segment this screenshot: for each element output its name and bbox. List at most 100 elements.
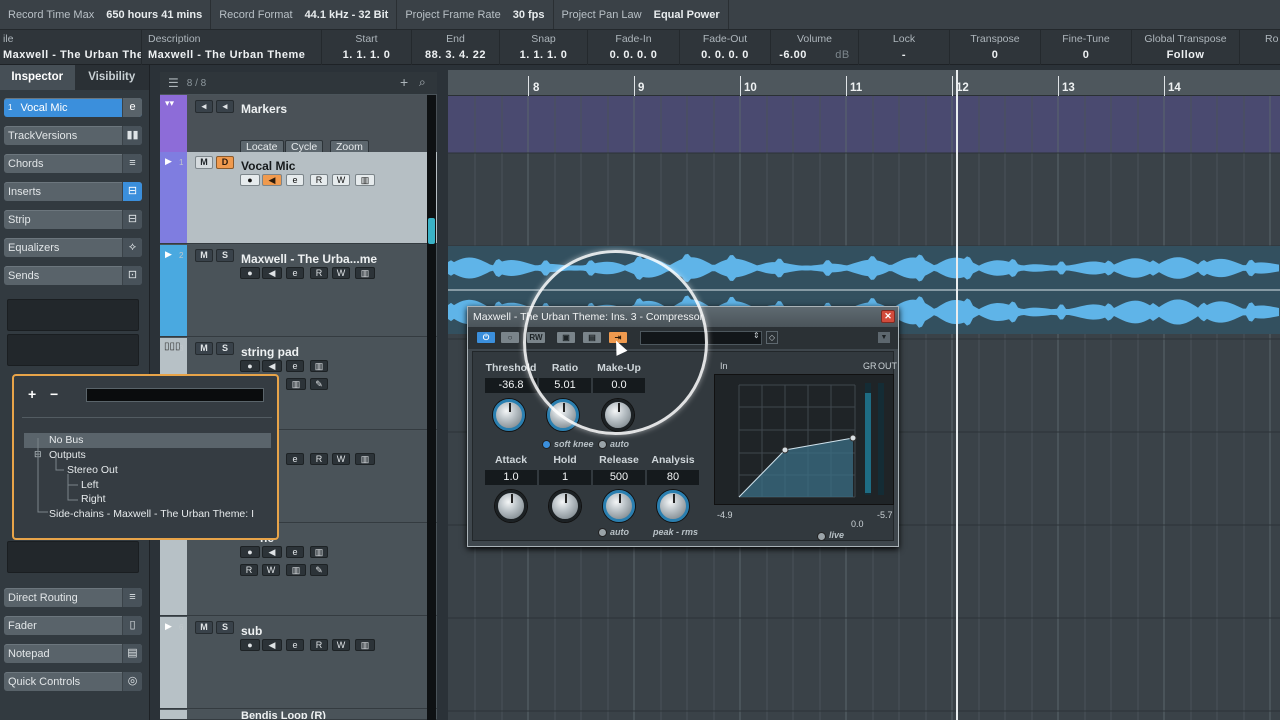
record-enable-button[interactable]: ● [240, 639, 260, 651]
preset-arrows-icon[interactable]: ⇕ [753, 331, 760, 340]
inspector-section-fader[interactable]: Fader ▯ [4, 616, 142, 635]
edit-channel-icon[interactable]: e [122, 98, 142, 117]
info-snap[interactable]: Snap 1. 1. 1. 0 [500, 30, 588, 65]
write-automation-button[interactable]: W [262, 564, 280, 576]
lanes-button[interactable]: ▥ [286, 378, 306, 390]
record-enable-button[interactable]: ● [240, 267, 260, 279]
read-automation-button[interactable]: R [310, 453, 328, 465]
remove-bus-button[interactable]: − [50, 386, 58, 402]
solo-button[interactable]: S [216, 342, 234, 355]
status-frame-rate[interactable]: Project Frame Rate 30 fps [397, 0, 554, 29]
edit-channel-button[interactable]: e [286, 453, 304, 465]
expand-icon[interactable]: ▶ [165, 621, 172, 632]
solo-button[interactable]: S [216, 249, 234, 262]
inspector-section-quick-controls[interactable]: Quick Controls ◎ [4, 672, 142, 691]
write-automation-button[interactable]: W [332, 453, 350, 465]
search-icon[interactable]: ⌕ [419, 75, 426, 90]
inspector-section-notepad[interactable]: Notepad ▤ [4, 644, 142, 663]
status-pan-law[interactable]: Project Pan Law Equal Power [554, 0, 729, 29]
add-track-icon[interactable]: + [400, 74, 408, 90]
mute-button[interactable]: M [195, 342, 213, 355]
mute-button[interactable]: M [195, 156, 213, 169]
info-global-transpose[interactable]: Global Transpose Follow [1132, 30, 1240, 65]
inspector-section-strip[interactable]: Strip ⊟ [4, 210, 142, 229]
preset-menu-icon[interactable]: ◇ [766, 331, 778, 344]
info-description[interactable]: Description Maxwell - The Urban Theme [145, 30, 322, 65]
record-enable-button[interactable]: ● [240, 360, 260, 372]
info-file[interactable]: ile Maxwell - The Urban Theme [0, 30, 142, 65]
edit-instrument-button[interactable]: ✎ [310, 378, 328, 390]
analysis-knob[interactable] [657, 490, 689, 522]
inspector-track-header[interactable]: 1 Vocal Mic e [4, 98, 142, 117]
insert-slot[interactable] [7, 299, 139, 331]
monitor-toggle-button[interactable]: ◀ [262, 174, 282, 186]
insert-slot[interactable] [7, 541, 139, 573]
add-bus-button[interactable]: + [28, 386, 36, 402]
insert-slot[interactable] [7, 334, 139, 366]
scrollbar-thumb[interactable] [428, 218, 435, 244]
tab-visibility[interactable]: Visibility [75, 65, 150, 90]
analysis-value[interactable]: 80 [647, 470, 699, 485]
edit-channel-button[interactable]: e [286, 267, 304, 279]
info-fade-in[interactable]: Fade-In 0. 0. 0. 0 [588, 30, 680, 65]
release-value[interactable]: 500 [593, 470, 645, 485]
info-start[interactable]: Start 1. 1. 1. 0 [322, 30, 412, 65]
inspector-section-chords[interactable]: Chords ≡ [4, 154, 142, 173]
compression-curve-display[interactable]: In GR OUT [714, 361, 897, 505]
auto-release-toggle[interactable] [598, 528, 607, 537]
marker-toggle-button[interactable]: ◂ [195, 100, 213, 113]
track-row-maxwell[interactable]: ▶ 2 M S Maxwell - The Urba...me ● ◀ e R … [160, 245, 437, 337]
info-transpose[interactable]: Transpose 0 [950, 30, 1041, 65]
routing-search-input[interactable] [86, 388, 264, 402]
record-enable-button[interactable]: ● [240, 174, 260, 186]
close-icon[interactable]: ✕ [881, 310, 895, 323]
inspector-section-direct-routing[interactable]: Direct Routing ≡ [4, 588, 142, 607]
hold-value[interactable]: 1 [539, 470, 591, 485]
info-fine-tune[interactable]: Fine-Tune 0 [1041, 30, 1132, 65]
status-record-format[interactable]: Record Format 44.1 kHz - 32 Bit [211, 0, 398, 29]
inspector-section-sends[interactable]: Sends ⊡ [4, 266, 142, 285]
threshold-knob[interactable] [493, 399, 525, 431]
info-end[interactable]: End 88. 3. 4. 22 [412, 30, 500, 65]
live-toggle[interactable] [817, 532, 826, 541]
auto-makeup-toggle[interactable] [598, 440, 607, 449]
lanes-button[interactable]: ▥ [355, 174, 375, 186]
read-automation-button[interactable]: R [310, 174, 328, 186]
release-knob[interactable] [603, 490, 635, 522]
info-lock[interactable]: Lock - [859, 30, 950, 65]
monitor-toggle-button[interactable]: ◀ [262, 360, 282, 372]
inspector-section-equalizers[interactable]: Equalizers ⟡ [4, 238, 142, 257]
write-automation-button[interactable]: W [332, 267, 350, 279]
marker-toggle-button[interactable]: ◂ [216, 100, 234, 113]
mute-button[interactable]: M [195, 621, 213, 634]
instrument-button[interactable]: ▥ [310, 546, 328, 558]
mute-button[interactable]: M [195, 249, 213, 262]
track-list-scrollbar[interactable] [427, 95, 436, 720]
instrument-button[interactable]: ▥ [310, 360, 328, 372]
record-enable-button[interactable]: ● [240, 546, 260, 558]
inspector-section-inserts[interactable]: Inserts ⊟ [4, 182, 142, 201]
inspector-section-trackversions[interactable]: TrackVersions ▮▮ [4, 126, 142, 145]
edit-channel-button[interactable]: e [286, 174, 304, 186]
info-extra[interactable]: Ro [1262, 30, 1280, 65]
track-row-bendis-loop[interactable]: Bendis Loop (R) [160, 710, 437, 720]
status-record-time[interactable]: Record Time Max 650 hours 41 mins [0, 0, 212, 29]
tab-inspector[interactable]: Inspector [0, 65, 75, 90]
read-automation-button[interactable]: R [240, 564, 258, 576]
playhead-cursor[interactable] [956, 70, 958, 720]
monitor-button[interactable]: D [216, 156, 234, 169]
threshold-value[interactable]: -36.8 [485, 378, 537, 393]
write-automation-button[interactable]: W [332, 174, 350, 186]
lanes-button[interactable]: ▥ [355, 267, 375, 279]
soft-knee-toggle[interactable] [542, 440, 551, 449]
attack-knob[interactable] [495, 490, 527, 522]
power-icon[interactable]: ⏻ [476, 331, 496, 344]
lanes-button[interactable]: ▥ [286, 564, 306, 576]
edit-instrument-button[interactable]: ✎ [310, 564, 328, 576]
hold-knob[interactable] [549, 490, 581, 522]
edit-channel-button[interactable]: e [286, 546, 304, 558]
read-automation-button[interactable]: R [310, 639, 328, 651]
monitor-toggle-button[interactable]: ◀ [262, 639, 282, 651]
dropdown-icon[interactable]: ▼ [878, 332, 890, 343]
timeline-ruler[interactable]: 8 9 10 11 12 13 14 [448, 70, 1280, 96]
